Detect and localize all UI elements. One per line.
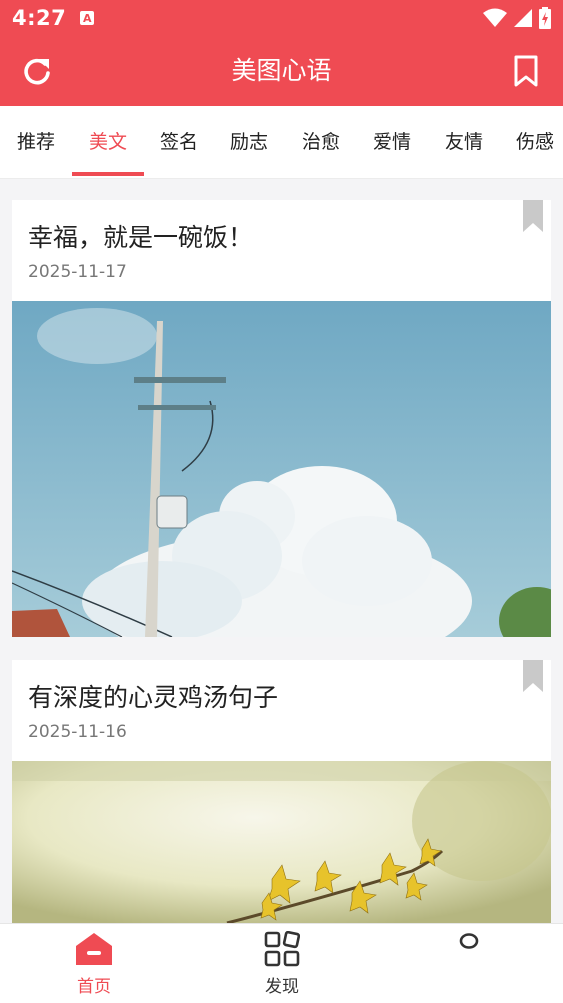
tab-inspirational[interactable]: 励志 <box>214 106 284 178</box>
bookmark-ribbon-icon[interactable] <box>523 200 543 232</box>
profile-icon <box>459 933 479 949</box>
wifi-icon <box>483 8 507 27</box>
tab-healing[interactable]: 治愈 <box>286 106 356 178</box>
signal-icon <box>514 9 532 27</box>
category-tab-bar: 推荐 美文 签名 励志 治愈 爱情 友情 伤感 <box>0 106 563 179</box>
tab-essays[interactable]: 美文 <box>72 106 144 178</box>
battery-icon <box>539 7 551 29</box>
nav-home-label: 首页 <box>77 977 111 997</box>
grid-icon <box>264 931 300 967</box>
home-icon <box>76 933 112 965</box>
article-date: 2025-11-17 <box>28 262 127 282</box>
yellow-flower-branch-photo <box>12 761 551 923</box>
status-icons <box>483 7 551 29</box>
nav-discover-label: 发现 <box>265 977 299 997</box>
article-title: 幸福，就是一碗饭！ <box>28 223 254 252</box>
page-title: 美图心语 <box>231 56 332 85</box>
bookmark-icon[interactable] <box>509 54 543 88</box>
tab-signature[interactable]: 签名 <box>144 106 214 178</box>
article-card[interactable]: 幸福，就是一碗饭！ 2025-11-17 <box>12 200 551 637</box>
bookmark-ribbon-icon[interactable] <box>523 660 543 692</box>
nav-profile[interactable] <box>410 924 530 1003</box>
status-bar: 4:27 A <box>0 0 563 36</box>
app-bar: 美图心语 <box>0 36 563 106</box>
nav-home[interactable]: 首页 <box>34 924 154 1003</box>
notification-icon: A <box>80 11 95 25</box>
article-date: 2025-11-16 <box>28 722 127 742</box>
tab-friendship[interactable]: 友情 <box>429 106 499 178</box>
tab-sad[interactable]: 伤感 <box>500 106 563 178</box>
sky-utility-pole-photo <box>12 301 551 637</box>
active-tab-indicator <box>72 172 144 176</box>
article-title: 有深度的心灵鸡汤句子 <box>28 683 279 712</box>
bottom-navigation: 首页 发现 <box>0 923 563 1003</box>
article-card[interactable]: 有深度的心灵鸡汤句子 2025-11-16 <box>12 660 551 923</box>
tab-love[interactable]: 爱情 <box>357 106 427 178</box>
tab-recommend[interactable]: 推荐 <box>0 106 72 178</box>
status-time: 4:27 <box>12 6 67 30</box>
nav-discover[interactable]: 发现 <box>222 924 342 1003</box>
